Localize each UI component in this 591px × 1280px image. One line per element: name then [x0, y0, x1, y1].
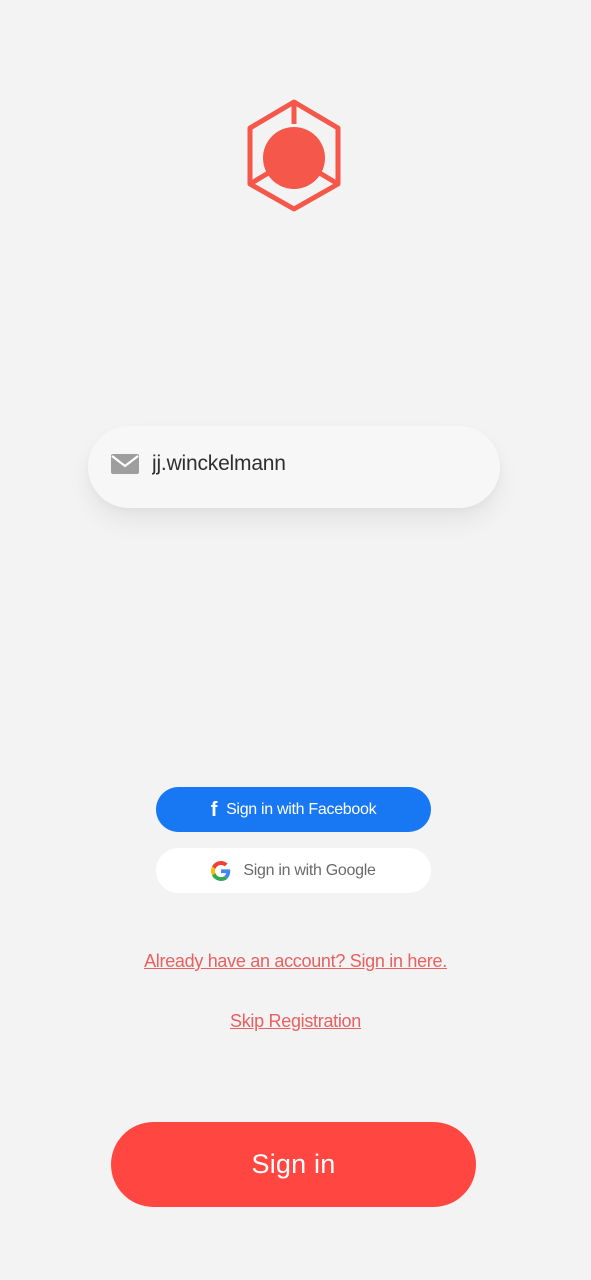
existing-account-signin-link[interactable]: Already have an account? Sign in here. — [0, 951, 591, 972]
email-field-container — [88, 426, 500, 508]
facebook-icon: f — [210, 798, 218, 821]
google-icon — [211, 860, 231, 881]
hexagon-logo-icon — [247, 99, 341, 212]
facebook-signin-label: Sign in with Facebook — [226, 800, 377, 818]
skip-registration-link[interactable]: Skip Registration — [0, 1011, 591, 1032]
mail-icon — [110, 453, 140, 475]
login-screen: f Sign in with Facebook Sign in with Goo… — [0, 0, 591, 1280]
facebook-signin-button[interactable]: f Sign in with Facebook — [156, 787, 431, 832]
sign-in-label: Sign in — [251, 1149, 336, 1179]
sign-in-button[interactable]: Sign in — [111, 1122, 476, 1207]
email-input[interactable] — [152, 452, 452, 476]
google-signin-button[interactable]: Sign in with Google — [156, 848, 431, 893]
google-signin-label: Sign in with Google — [243, 861, 376, 879]
app-logo — [244, 98, 344, 213]
